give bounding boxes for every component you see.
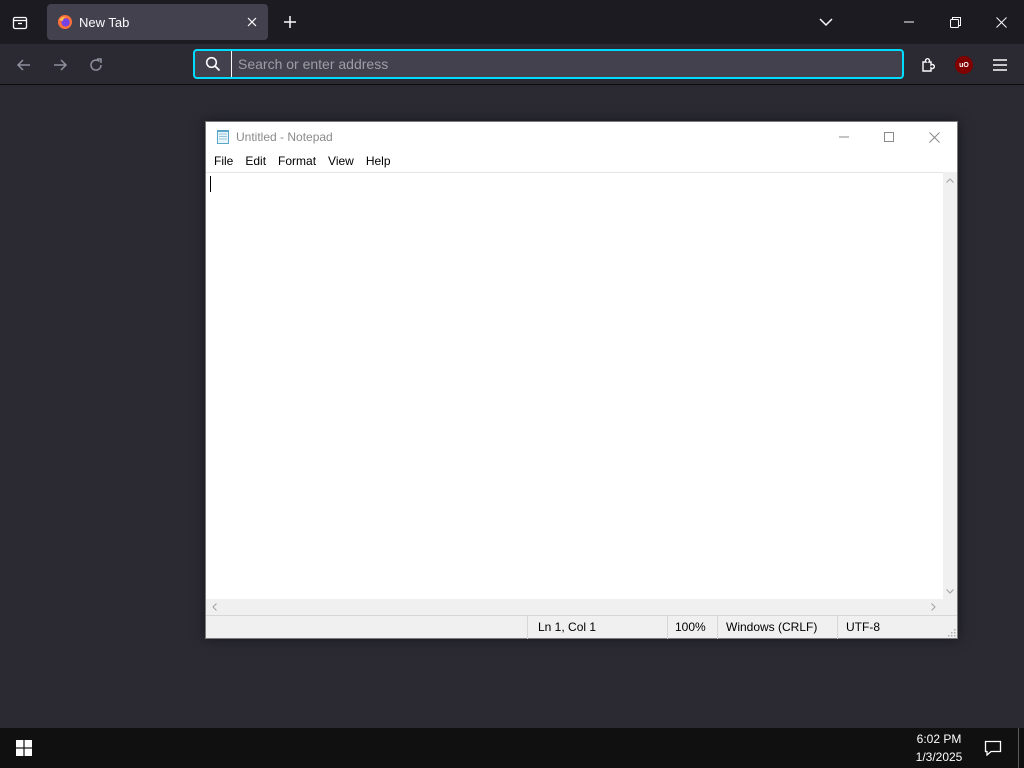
reload-button[interactable] bbox=[81, 50, 111, 80]
chevron-right-icon bbox=[930, 603, 936, 611]
restore-icon bbox=[949, 16, 961, 28]
browser-nav-bar: uO bbox=[0, 44, 1024, 85]
new-tab-button[interactable] bbox=[276, 8, 304, 36]
arrow-left-icon bbox=[16, 59, 30, 71]
ublock-origin-icon[interactable]: uO bbox=[955, 56, 973, 74]
status-zoom: 100% bbox=[667, 616, 718, 639]
notepad-window: Untitled - Notepad File Edit Format View… bbox=[205, 121, 958, 639]
tab-overflow-button[interactable] bbox=[803, 0, 849, 44]
start-button[interactable] bbox=[0, 728, 48, 768]
scrollbar-corner bbox=[943, 599, 957, 615]
scroll-down-button[interactable] bbox=[943, 583, 957, 599]
taskbar: 6:02 PM 1/3/2025 bbox=[0, 728, 1024, 768]
menu-help[interactable]: Help bbox=[360, 152, 397, 171]
maximize-icon bbox=[883, 132, 894, 142]
app-menu-button[interactable] bbox=[985, 50, 1015, 80]
browser-tab-bar: New Tab bbox=[0, 0, 1024, 44]
notepad-text-input[interactable] bbox=[206, 173, 943, 599]
back-button[interactable] bbox=[9, 50, 39, 80]
clock-date: 1/3/2025 bbox=[915, 750, 963, 764]
browser-minimize-button[interactable] bbox=[886, 0, 932, 44]
chevron-down-icon bbox=[819, 18, 833, 27]
notepad-title: Untitled - Notepad bbox=[236, 130, 333, 144]
url-bar[interactable] bbox=[193, 49, 904, 79]
menu-view[interactable]: View bbox=[322, 152, 360, 171]
url-input[interactable] bbox=[231, 51, 902, 77]
menu-format[interactable]: Format bbox=[272, 152, 322, 171]
minimize-icon bbox=[904, 21, 914, 23]
system-clock[interactable]: 6:02 PM 1/3/2025 bbox=[900, 728, 978, 768]
clock-time: 6:02 PM bbox=[916, 732, 962, 746]
menu-edit[interactable]: Edit bbox=[239, 152, 272, 171]
close-icon bbox=[995, 16, 1007, 28]
ublock-origin-label: uO bbox=[959, 61, 969, 69]
arrow-right-icon bbox=[54, 59, 68, 71]
close-icon bbox=[929, 131, 940, 143]
firefox-logo-icon bbox=[58, 15, 72, 29]
notification-icon bbox=[984, 740, 1002, 756]
forward-button[interactable] bbox=[45, 50, 75, 80]
notepad-minimize-button[interactable] bbox=[821, 122, 866, 152]
windows-logo-icon bbox=[16, 740, 32, 756]
status-cursor-position: Ln 1, Col 1 bbox=[527, 616, 668, 639]
text-caret bbox=[210, 176, 211, 192]
scroll-up-button[interactable] bbox=[943, 172, 957, 188]
chevron-down-icon bbox=[946, 588, 954, 594]
tab-new-tab[interactable]: New Tab bbox=[47, 4, 268, 40]
browser-restore-button[interactable] bbox=[932, 0, 978, 44]
reload-icon bbox=[90, 58, 102, 71]
notepad-title-bar[interactable]: Untitled - Notepad bbox=[206, 122, 957, 152]
notepad-text-area[interactable] bbox=[206, 172, 943, 599]
tab-title: New Tab bbox=[79, 14, 130, 30]
browser-close-button[interactable] bbox=[978, 0, 1024, 44]
vertical-scrollbar[interactable] bbox=[943, 172, 957, 599]
show-desktop-button[interactable] bbox=[1018, 728, 1024, 768]
plus-icon bbox=[284, 16, 296, 28]
action-center-button[interactable] bbox=[978, 728, 1008, 768]
hamburger-menu-icon bbox=[993, 59, 1007, 71]
notepad-status-bar: Ln 1, Col 1 100% Windows (CRLF) UTF-8 bbox=[206, 615, 957, 639]
tab-list-icon bbox=[12, 16, 28, 30]
notepad-maximize-button[interactable] bbox=[866, 122, 911, 152]
search-icon bbox=[195, 51, 231, 77]
minimize-icon bbox=[838, 136, 849, 138]
menu-file[interactable]: File bbox=[208, 152, 239, 171]
notepad-app-icon bbox=[217, 130, 229, 144]
chevron-left-icon bbox=[211, 603, 217, 611]
extensions-button[interactable] bbox=[913, 50, 943, 80]
horizontal-scrollbar[interactable] bbox=[206, 599, 943, 615]
notepad-close-button[interactable] bbox=[912, 122, 957, 152]
scroll-left-button[interactable] bbox=[206, 599, 222, 615]
close-icon bbox=[247, 17, 257, 27]
list-all-tabs-button[interactable] bbox=[4, 6, 36, 38]
tab-close-button[interactable] bbox=[240, 10, 264, 34]
notepad-menu-bar: File Edit Format View Help bbox=[206, 152, 957, 171]
status-line-ending: Windows (CRLF) bbox=[717, 616, 838, 639]
status-encoding: UTF-8 bbox=[837, 616, 957, 639]
chevron-up-icon bbox=[946, 177, 954, 183]
scroll-right-button[interactable] bbox=[925, 599, 941, 615]
resize-grip-icon[interactable] bbox=[946, 627, 956, 637]
puzzle-piece-icon bbox=[922, 58, 935, 72]
